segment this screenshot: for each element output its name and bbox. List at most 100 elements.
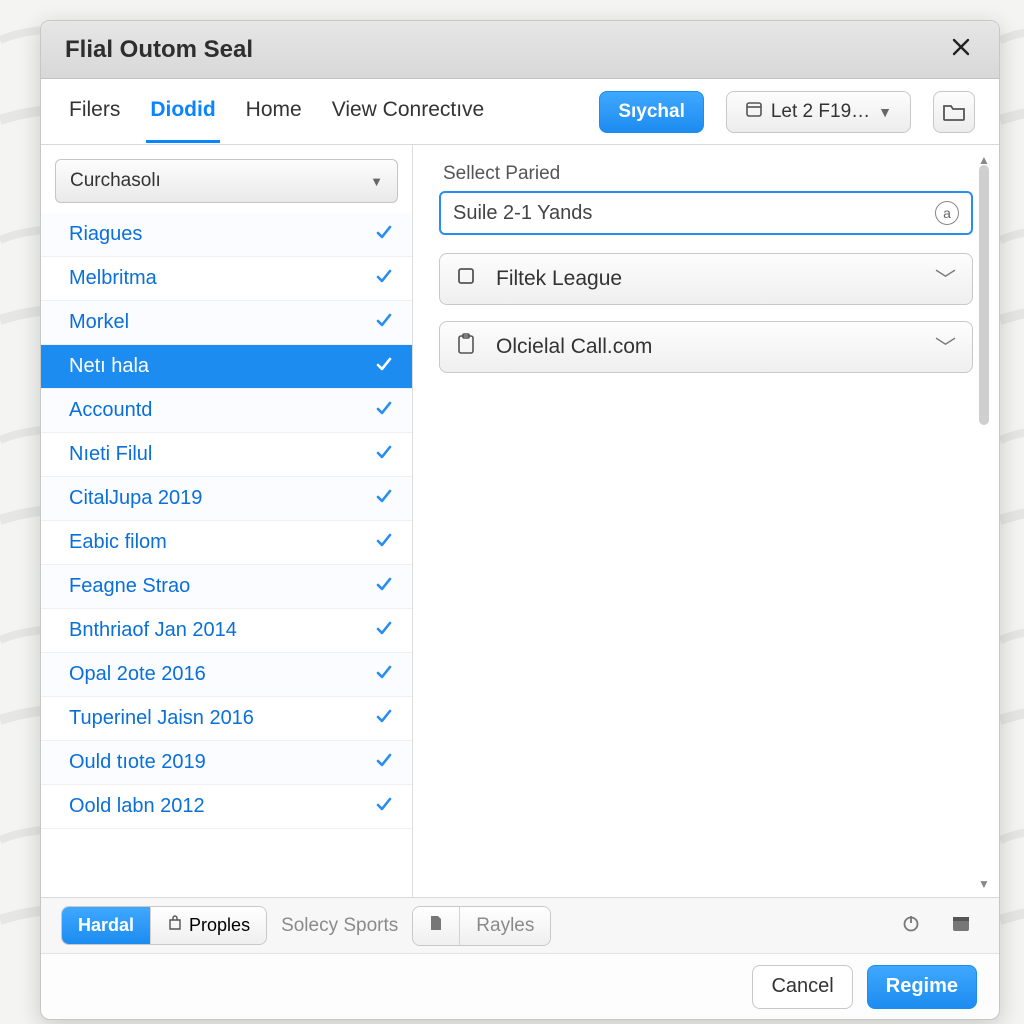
chevron-down-icon: ▼ bbox=[878, 104, 892, 120]
check-icon bbox=[374, 398, 394, 424]
regime-button[interactable]: Regime bbox=[867, 965, 977, 1009]
list-item-label: Feagne Strao bbox=[69, 575, 190, 598]
list-item[interactable]: CitalJupa 2019 bbox=[41, 477, 412, 521]
check-icon bbox=[374, 706, 394, 732]
tab-home[interactable]: Home bbox=[242, 80, 306, 143]
list-item[interactable]: Opal 2ote 2016 bbox=[41, 653, 412, 697]
list-item[interactable]: Riagues bbox=[41, 213, 412, 257]
check-icon bbox=[374, 486, 394, 512]
square-icon bbox=[456, 266, 480, 292]
sychal-button[interactable]: Sıychal bbox=[599, 91, 704, 133]
check-icon bbox=[374, 310, 394, 336]
check-icon bbox=[374, 618, 394, 644]
chevron-down-icon: ﹀ bbox=[935, 264, 956, 294]
list-item[interactable]: Eabic filom bbox=[41, 521, 412, 565]
clipboard-icon bbox=[456, 333, 480, 361]
list-item-label: Opal 2ote 2016 bbox=[69, 663, 206, 686]
check-icon bbox=[374, 662, 394, 688]
check-icon bbox=[374, 574, 394, 600]
category-dropdown[interactable]: Curchasolı ▼ bbox=[55, 159, 398, 203]
dialog-titlebar: Flial Outom Seal bbox=[41, 21, 999, 79]
toolbar: Filers Diodid Home View Conrectıve Sıych… bbox=[41, 79, 999, 145]
power-button[interactable] bbox=[893, 908, 929, 944]
list-item[interactable]: Tuperinel Jaisn 2016 bbox=[41, 697, 412, 741]
chevron-down-icon: ﹀ bbox=[935, 332, 956, 362]
file-segment[interactable] bbox=[413, 907, 459, 945]
calendar-footer-button[interactable] bbox=[943, 908, 979, 944]
file-icon bbox=[429, 915, 443, 936]
close-icon bbox=[951, 37, 971, 57]
list-item[interactable]: Nıeti Filul bbox=[41, 433, 412, 477]
list-item-label: Bnthriaof Jan 2014 bbox=[69, 619, 237, 642]
list-item[interactable]: Bnthriaof Jan 2014 bbox=[41, 609, 412, 653]
footer-toolbar: Hardal Proples Solecy Sports Rayles bbox=[41, 897, 999, 953]
check-icon bbox=[374, 222, 394, 248]
check-icon bbox=[374, 530, 394, 556]
check-icon bbox=[374, 794, 394, 820]
close-button[interactable] bbox=[943, 32, 979, 68]
tab-diodid[interactable]: Diodid bbox=[146, 80, 219, 143]
rayles-label: Rayles bbox=[476, 915, 534, 937]
list-item[interactable]: Netı hala bbox=[41, 345, 412, 389]
rayles-segment[interactable]: Rayles bbox=[459, 907, 550, 945]
list-item-label: Accountd bbox=[69, 399, 152, 422]
check-icon bbox=[374, 442, 394, 468]
category-dropdown-label: Curchasolı bbox=[70, 170, 161, 192]
list-item[interactable]: Oold labn 2012 bbox=[41, 785, 412, 829]
dialog-title: Flial Outom Seal bbox=[65, 36, 253, 64]
proples-label: Proples bbox=[189, 915, 250, 936]
list-item[interactable]: Accountd bbox=[41, 389, 412, 433]
folder-button[interactable] bbox=[933, 91, 975, 133]
at-icon: a bbox=[935, 201, 959, 225]
search-field[interactable]: a bbox=[439, 191, 973, 235]
power-icon bbox=[901, 913, 921, 933]
folder-icon bbox=[943, 103, 965, 121]
tab-view-conrective[interactable]: View Conrectıve bbox=[328, 80, 489, 143]
dialog-actions: Cancel Regime bbox=[41, 953, 999, 1019]
check-icon bbox=[374, 354, 394, 380]
dialog: Flial Outom Seal Filers Diodid Home View… bbox=[40, 20, 1000, 1020]
list-item[interactable]: Morkel bbox=[41, 301, 412, 345]
scroll-thumb[interactable] bbox=[979, 165, 989, 425]
dialog-body: Curchasolı ▼ Riagues Melbritma Morkel Netı … bbox=[41, 145, 999, 897]
list-item[interactable]: Melbritma bbox=[41, 257, 412, 301]
check-icon bbox=[374, 750, 394, 776]
list-item[interactable]: Ould tıote 2019 bbox=[41, 741, 412, 785]
list-item-label: Eabic filom bbox=[69, 531, 167, 554]
segment-1: Hardal Proples bbox=[61, 906, 267, 945]
date-range-dropdown[interactable]: Let 2 F19… ▼ bbox=[726, 91, 911, 133]
search-input[interactable] bbox=[453, 202, 935, 225]
list-item-label: Riagues bbox=[69, 223, 142, 246]
solecy-sports-label: Solecy Sports bbox=[281, 915, 398, 937]
picker-label: Olcielal Call.com bbox=[496, 335, 919, 359]
list-item[interactable]: Feagne Strao bbox=[41, 565, 412, 609]
scroll-up-icon[interactable]: ▲ bbox=[978, 153, 990, 165]
filtek-league-picker[interactable]: Filtek League ﹀ bbox=[439, 253, 973, 305]
segment-2: Rayles bbox=[412, 906, 551, 946]
chevron-down-icon: ▼ bbox=[370, 174, 383, 189]
list-item-label: Morkel bbox=[69, 311, 129, 334]
hardal-segment[interactable]: Hardal bbox=[62, 907, 150, 944]
calendar-icon bbox=[745, 100, 763, 124]
scroll-down-icon[interactable]: ▼ bbox=[978, 877, 990, 889]
sidebar: Curchasolı ▼ Riagues Melbritma Morkel Netı … bbox=[41, 145, 413, 897]
sidebar-list[interactable]: Riagues Melbritma Morkel Netı hala Accountd N… bbox=[41, 213, 412, 897]
calendar-icon bbox=[951, 913, 971, 933]
list-item-label: Oold labn 2012 bbox=[69, 795, 205, 818]
bag-icon bbox=[167, 915, 183, 936]
scrollbar[interactable]: ▲ ▼ bbox=[981, 151, 995, 891]
list-item-label: Netı hala bbox=[69, 355, 149, 378]
picker-label: Filtek League bbox=[496, 267, 919, 291]
olcielal-call-picker[interactable]: Olcielal Call.com ﹀ bbox=[439, 321, 973, 373]
main-panel: Sellect Paried a Filtek League ﹀ Olciela… bbox=[413, 145, 999, 897]
check-icon bbox=[374, 266, 394, 292]
proples-segment[interactable]: Proples bbox=[150, 907, 266, 944]
list-item-label: Nıeti Filul bbox=[69, 443, 152, 466]
cancel-button[interactable]: Cancel bbox=[752, 965, 852, 1009]
list-item-label: Melbritma bbox=[69, 267, 157, 290]
list-item-label: CitalJupa 2019 bbox=[69, 487, 202, 510]
list-item-label: Ould tıote 2019 bbox=[69, 751, 206, 774]
select-paried-label: Sellect Paried bbox=[443, 163, 973, 185]
tab-filers[interactable]: Filers bbox=[65, 80, 124, 143]
list-item-label: Tuperinel Jaisn 2016 bbox=[69, 707, 254, 730]
